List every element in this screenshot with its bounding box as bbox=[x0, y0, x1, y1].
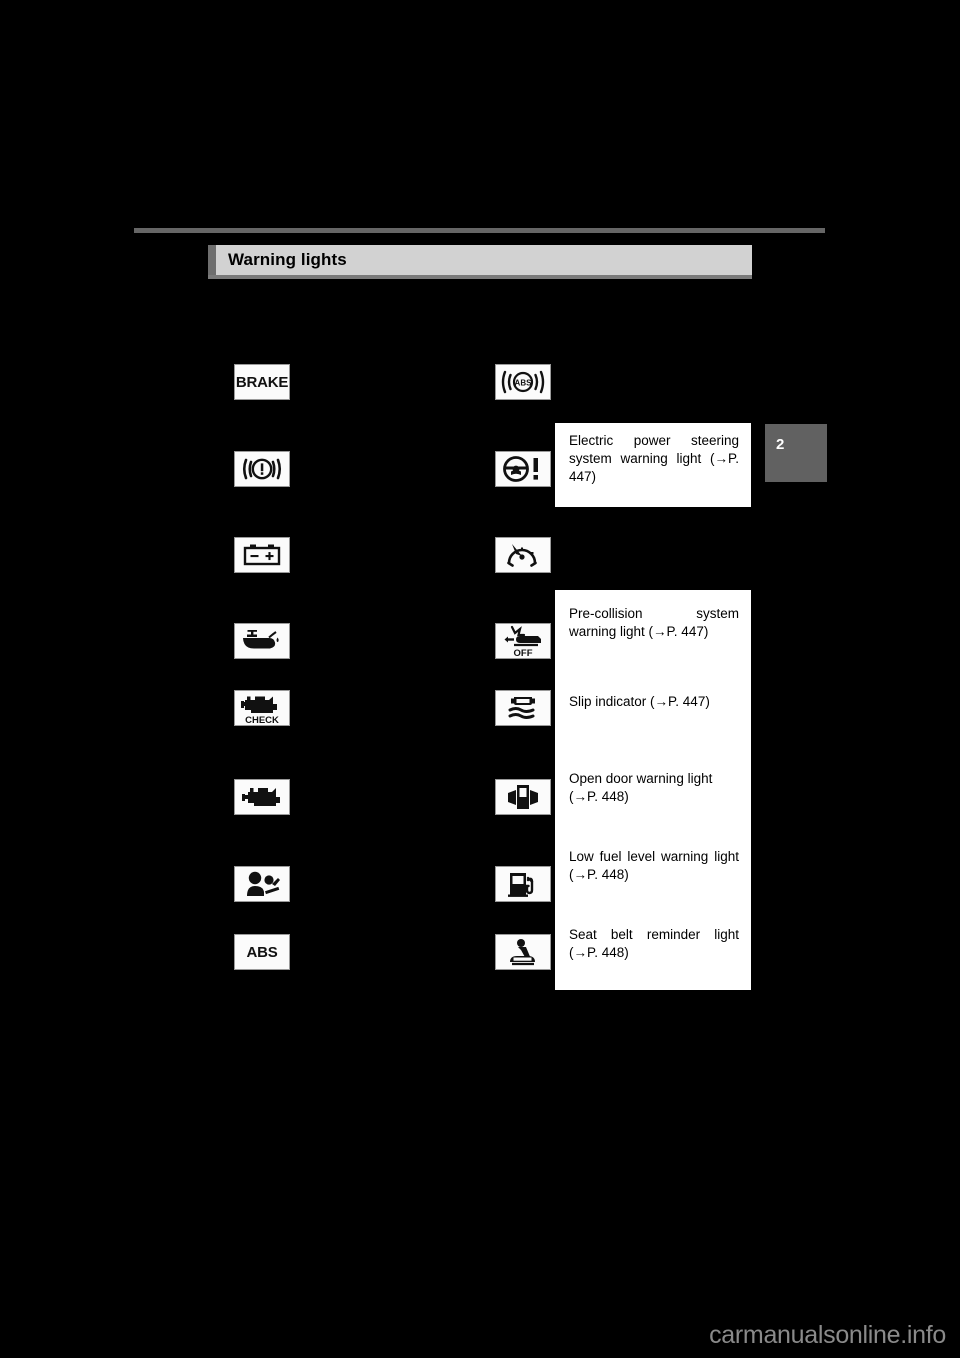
slip-indicator-description: Slip indicator (→P. 447) bbox=[569, 694, 710, 709]
battery-charge-warning-icon bbox=[234, 537, 290, 573]
low-fuel-level-warning-icon bbox=[495, 866, 551, 902]
low-fuel-description: Low fuel level warning light (→P. 448) bbox=[569, 849, 739, 882]
engine-oil-pressure-warning-icon bbox=[234, 623, 290, 659]
chapter-tab[interactable]: 2 bbox=[765, 424, 827, 482]
abs-warning-icon-label: ABS bbox=[246, 943, 278, 961]
svg-text:CHECK: CHECK bbox=[245, 715, 279, 725]
pre-collision-off-icon: OFF bbox=[495, 623, 551, 659]
abs-brake-warning-icon: ABS bbox=[495, 364, 551, 400]
pre-collision-description: Pre-collision system warning light (→P. … bbox=[569, 606, 739, 639]
brake-warning-icon: BRAKE bbox=[234, 364, 290, 400]
brake-system-circle-exclamation-icon bbox=[234, 451, 290, 487]
svg-text:ABS: ABS bbox=[515, 379, 533, 388]
section-header-accent bbox=[208, 245, 216, 275]
slip-indicator-icon bbox=[495, 690, 551, 726]
seat-belt-description: Seat belt reminder light (→P. 448) bbox=[569, 927, 739, 960]
site-watermark: carmanualsonline.info bbox=[709, 1321, 946, 1349]
svg-text:OFF: OFF bbox=[514, 648, 533, 658]
chapter-tab-number: 2 bbox=[776, 436, 785, 453]
open-door-warning-icon bbox=[495, 779, 551, 815]
electric-power-steering-warning-icon bbox=[495, 451, 551, 487]
seat-belt-reminder-icon bbox=[495, 934, 551, 970]
page-top-rule bbox=[134, 228, 825, 233]
section-header-bar: Warning lights bbox=[208, 245, 752, 279]
open-door-description: Open door warning light (→P. 448) bbox=[569, 771, 713, 804]
malfunction-indicator-icon bbox=[234, 779, 290, 815]
page-title: Warning lights bbox=[228, 250, 347, 269]
electric-power-steering-description: Electric power steering system warning l… bbox=[569, 433, 739, 484]
abs-warning-icon: ABS bbox=[234, 934, 290, 970]
srs-airbag-warning-icon bbox=[234, 866, 290, 902]
brake-warning-icon-label: BRAKE bbox=[235, 373, 289, 391]
section-header-shadow bbox=[208, 275, 752, 279]
engine-check-warning-icon: CHECK bbox=[234, 690, 290, 726]
cruise-control-speedometer-icon bbox=[495, 537, 551, 573]
